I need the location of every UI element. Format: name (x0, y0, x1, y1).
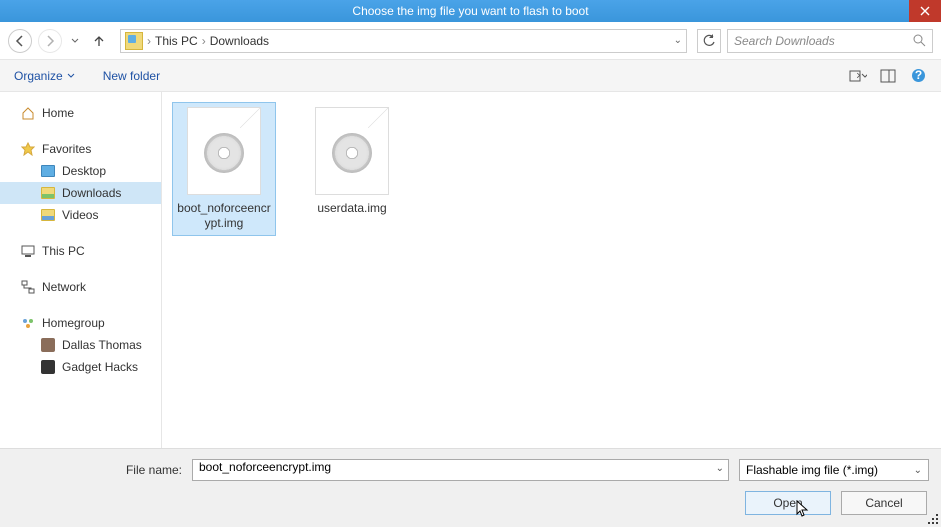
up-button[interactable] (90, 32, 108, 50)
filename-input[interactable]: boot_noforceencrypt.img ⌄ (192, 459, 729, 481)
new-folder-label: New folder (103, 69, 160, 83)
resize-grip-icon[interactable] (927, 513, 939, 525)
sidebar-item-label: This PC (42, 244, 85, 258)
sidebar-item-label: Downloads (62, 186, 121, 200)
svg-text:?: ? (914, 68, 921, 82)
sidebar-item-label: Homegroup (42, 316, 105, 330)
refresh-icon (702, 34, 716, 48)
open-button[interactable]: Open (745, 491, 831, 515)
arrow-left-icon (14, 35, 26, 47)
sidebar-item-label: Dallas Thomas (62, 338, 142, 352)
breadcrumb-root[interactable]: This PC (155, 34, 198, 48)
chevron-down-icon[interactable]: ⌄ (716, 463, 724, 474)
close-button[interactable] (909, 0, 941, 22)
sidebar-item-desktop[interactable]: Desktop (0, 160, 161, 182)
file-thumbnail (315, 107, 389, 195)
file-item[interactable]: userdata.img (300, 102, 404, 221)
preview-pane-button[interactable] (879, 67, 897, 85)
close-icon (920, 6, 930, 16)
sidebar-item-downloads[interactable]: Downloads (0, 182, 161, 204)
back-button[interactable] (8, 29, 32, 53)
folder-icon (125, 32, 143, 50)
sidebar-item-user1[interactable]: Dallas Thomas (0, 334, 161, 356)
sidebar-item-label: Home (42, 106, 74, 120)
forward-button[interactable] (38, 29, 62, 53)
toolbar: Organize New folder ? (0, 60, 941, 92)
navigation-bar: › This PC › Downloads ⌄ (0, 22, 941, 60)
chevron-down-icon: ⌄ (914, 465, 922, 476)
sidebar-item-label: Favorites (42, 142, 91, 156)
file-thumbnail (187, 107, 261, 195)
breadcrumb-sep-icon: › (147, 34, 151, 48)
homegroup-icon (20, 315, 36, 331)
videos-icon (41, 209, 55, 221)
breadcrumb-dropdown-icon[interactable]: ⌄ (674, 35, 682, 46)
file-label: userdata.img (305, 201, 399, 216)
sidebar: Home Favorites Desktop Downloads Videos (0, 92, 162, 473)
sidebar-item-home[interactable]: Home (0, 102, 161, 124)
avatar-icon (41, 360, 55, 374)
preview-icon (880, 69, 896, 83)
disc-icon (332, 133, 372, 173)
file-label: boot_noforceencrypt.img (177, 201, 271, 231)
sidebar-item-videos[interactable]: Videos (0, 204, 161, 226)
filter-value: Flashable img file (*.img) (746, 463, 878, 477)
search-input[interactable] (734, 34, 894, 48)
sidebar-item-label: Desktop (62, 164, 106, 178)
arrow-up-icon (92, 34, 106, 48)
chevron-down-icon (67, 72, 75, 80)
open-label: Open (773, 496, 802, 510)
avatar-icon (41, 338, 55, 352)
titlebar: Choose the img file you want to flash to… (0, 0, 941, 22)
sidebar-item-thispc[interactable]: This PC (0, 240, 161, 262)
organize-label: Organize (14, 69, 63, 83)
sidebar-item-user2[interactable]: Gadget Hacks (0, 356, 161, 378)
desktop-icon (41, 165, 55, 177)
sidebar-item-label: Network (42, 280, 86, 294)
pc-icon (20, 243, 36, 259)
file-area[interactable]: boot_noforceencrypt.img userdata.img (162, 92, 941, 473)
breadcrumb-sep-icon: › (202, 34, 206, 48)
sidebar-item-label: Gadget Hacks (62, 360, 138, 374)
organize-menu[interactable]: Organize (14, 69, 75, 83)
cancel-label: Cancel (865, 496, 902, 510)
arrow-right-icon (44, 35, 56, 47)
home-icon (20, 105, 36, 121)
network-icon (20, 279, 36, 295)
breadcrumb[interactable]: › This PC › Downloads ⌄ (120, 29, 687, 53)
file-item[interactable]: boot_noforceencrypt.img (172, 102, 276, 236)
history-dropdown[interactable] (68, 37, 82, 45)
downloads-icon (41, 187, 55, 199)
filename-value: boot_noforceencrypt.img (199, 460, 331, 474)
breadcrumb-folder[interactable]: Downloads (210, 34, 269, 48)
file-type-filter[interactable]: Flashable img file (*.img) ⌄ (739, 459, 929, 481)
disc-icon (204, 133, 244, 173)
sidebar-item-label: Videos (62, 208, 98, 222)
sidebar-item-homegroup[interactable]: Homegroup (0, 312, 161, 334)
sidebar-item-favorites[interactable]: Favorites (0, 138, 161, 160)
footer: File name: boot_noforceencrypt.img ⌄ Fla… (0, 448, 941, 527)
main-area: Home Favorites Desktop Downloads Videos (0, 92, 941, 473)
search-box[interactable] (727, 29, 933, 53)
window-title: Choose the img file you want to flash to… (352, 4, 588, 18)
chevron-down-icon (861, 72, 867, 80)
star-icon (20, 141, 36, 157)
new-folder-button[interactable]: New folder (103, 69, 160, 83)
view-icon (849, 69, 861, 83)
filename-label: File name: (12, 463, 182, 477)
help-icon: ? (911, 68, 926, 83)
view-options-button[interactable] (849, 67, 867, 85)
chevron-down-icon (71, 37, 79, 45)
refresh-button[interactable] (697, 29, 721, 53)
help-button[interactable]: ? (909, 67, 927, 85)
sidebar-item-network[interactable]: Network (0, 276, 161, 298)
cancel-button[interactable]: Cancel (841, 491, 927, 515)
search-icon (913, 34, 926, 47)
